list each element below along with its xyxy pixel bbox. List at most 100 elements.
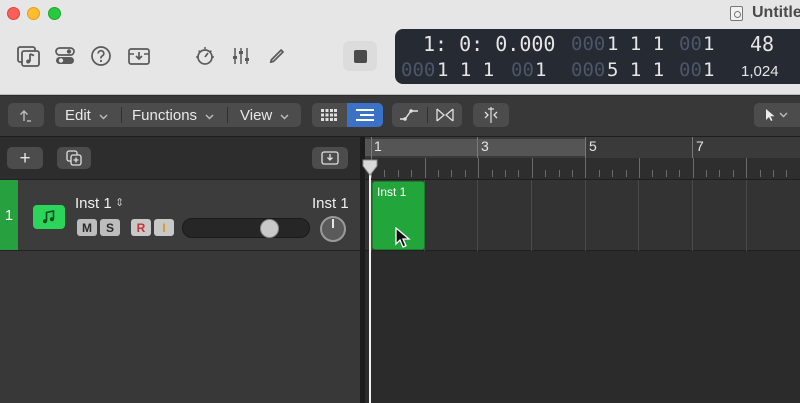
edit-menu-label: Edit [65, 106, 91, 124]
plus-icon: + [19, 147, 31, 169]
track-header-toolbar: + [0, 137, 360, 179]
chevron-down-icon [205, 107, 214, 124]
inspector-toggle-button[interactable] [52, 40, 78, 72]
tempo-display[interactable]: 48 [750, 32, 774, 56]
ruler-tick [398, 170, 399, 177]
mute-button[interactable]: M [77, 219, 97, 236]
flex-button[interactable] [428, 103, 462, 127]
bar-ruler[interactable]: 1 3 5 7 [365, 137, 800, 180]
ruler-tick [652, 170, 653, 177]
ruler-tick [585, 158, 586, 178]
automation-button[interactable] [392, 103, 426, 127]
edit-menu[interactable]: Edit [65, 103, 108, 127]
pos-leading-zeros: 000 [571, 33, 606, 55]
bar-beat-display: 1 1 1 [607, 33, 665, 55]
ruler-tick [492, 170, 493, 177]
tool-menu-button[interactable] [754, 103, 800, 127]
stop-icon [353, 49, 367, 63]
minimize-window-button[interactable] [27, 7, 40, 20]
lcd-display[interactable]: 1: 0: 0.000 000 1 1 1 00 1 48 000 1 1 1 … [395, 29, 800, 84]
logic-pro-window: Untitle 1: 0: 0.000 000 1 1 1 00 1 48 00… [0, 0, 800, 403]
left-locator-zeros: 000 [401, 59, 436, 81]
control-bar: Untitle 1: 0: 0.000 000 1 1 1 00 1 48 00… [0, 0, 800, 95]
functions-menu[interactable]: Functions [132, 103, 214, 127]
ruler-tick [679, 170, 680, 177]
record-enable-button[interactable]: R [131, 219, 151, 236]
mixer-button[interactable] [228, 40, 254, 72]
metronome-icon [196, 47, 214, 65]
ruler-tick [384, 170, 385, 177]
ruler-tick [746, 158, 747, 178]
bar-marker-line [585, 137, 586, 158]
solo-button[interactable]: S [100, 219, 120, 236]
ruler-tick [518, 170, 519, 177]
playhead[interactable] [369, 165, 371, 403]
download-tray-icon [321, 151, 339, 165]
quick-help-button[interactable] [88, 40, 114, 72]
division-display: 1,024 [741, 63, 779, 80]
duplicate-track-button[interactable] [57, 147, 91, 169]
beat-grid-line [531, 180, 532, 251]
grid-view-button[interactable] [312, 103, 346, 127]
grid-icon [321, 109, 337, 121]
track-number: 1 [0, 180, 18, 250]
updown-chevron-icon[interactable]: ⇕ [115, 196, 124, 209]
view-menu-label: View [240, 106, 273, 124]
ruler-tick [438, 170, 439, 177]
ruler-tick [572, 170, 573, 177]
track-name[interactable]: Inst 1 [75, 195, 112, 212]
music-note-icon[interactable] [33, 205, 65, 229]
right-locator-zeros: 000 [571, 59, 606, 81]
functions-menu-label: Functions [132, 106, 198, 124]
metronome-button[interactable] [190, 40, 220, 72]
tick-display: 1 [703, 33, 715, 55]
back-button[interactable] [8, 103, 44, 127]
right-locator-tick: 1 [703, 59, 715, 81]
beat-grid-line [746, 180, 747, 251]
track-lane[interactable]: Inst 1 [365, 180, 800, 251]
mouse-pointer-icon [395, 227, 411, 248]
ruler-tick [505, 170, 506, 177]
volume-slider[interactable] [182, 218, 310, 238]
pointer-icon [766, 109, 788, 121]
ruler-tick [733, 170, 734, 177]
tracks-area[interactable]: Inst 1 [365, 180, 800, 403]
ruler-tick [532, 158, 533, 178]
catch-playhead-button[interactable] [312, 147, 348, 169]
pan-knob[interactable] [320, 216, 346, 242]
tracks-view-button[interactable] [347, 103, 383, 127]
input-monitor-button[interactable]: I [154, 219, 174, 236]
ruler-tick [773, 170, 774, 177]
maximize-window-button[interactable] [48, 7, 61, 20]
toggles-icon [55, 47, 75, 64]
track-header-pane: + 1 Inst 1 ⇕ M S R I Inst 1 [0, 137, 360, 403]
cycle-region[interactable] [365, 139, 586, 156]
ruler-tick [719, 170, 720, 177]
empty-track-area[interactable] [0, 251, 360, 403]
left-locator-tick-zeros: 00 [511, 59, 534, 81]
download-button[interactable] [124, 40, 154, 72]
automation-curve-icon [400, 109, 418, 121]
snap-button[interactable] [473, 103, 509, 127]
close-window-button[interactable] [7, 7, 20, 20]
bar-number: 7 [696, 138, 704, 154]
add-track-button[interactable]: + [7, 147, 43, 169]
duplicate-icon [66, 150, 82, 166]
document-icon [730, 6, 743, 21]
view-menu[interactable]: View [240, 103, 289, 127]
bar-grid-line [585, 180, 586, 251]
editors-button[interactable] [264, 40, 290, 72]
automation-group [392, 103, 462, 127]
ruler-tick [465, 170, 466, 177]
bar-marker-line [477, 137, 478, 158]
faders-icon [233, 48, 249, 64]
bar-grid-line [692, 180, 693, 251]
up-arrow-icon [20, 110, 31, 122]
channel-name: Inst 1 [312, 195, 349, 212]
stop-button[interactable] [343, 41, 377, 71]
volume-slider-handle[interactable] [260, 219, 279, 238]
track-header-row[interactable]: 1 Inst 1 ⇕ M S R I Inst 1 [0, 179, 360, 251]
left-locator-tick: 1 [535, 59, 547, 81]
playhead-handle-icon[interactable] [360, 158, 380, 178]
library-button[interactable] [12, 40, 44, 72]
